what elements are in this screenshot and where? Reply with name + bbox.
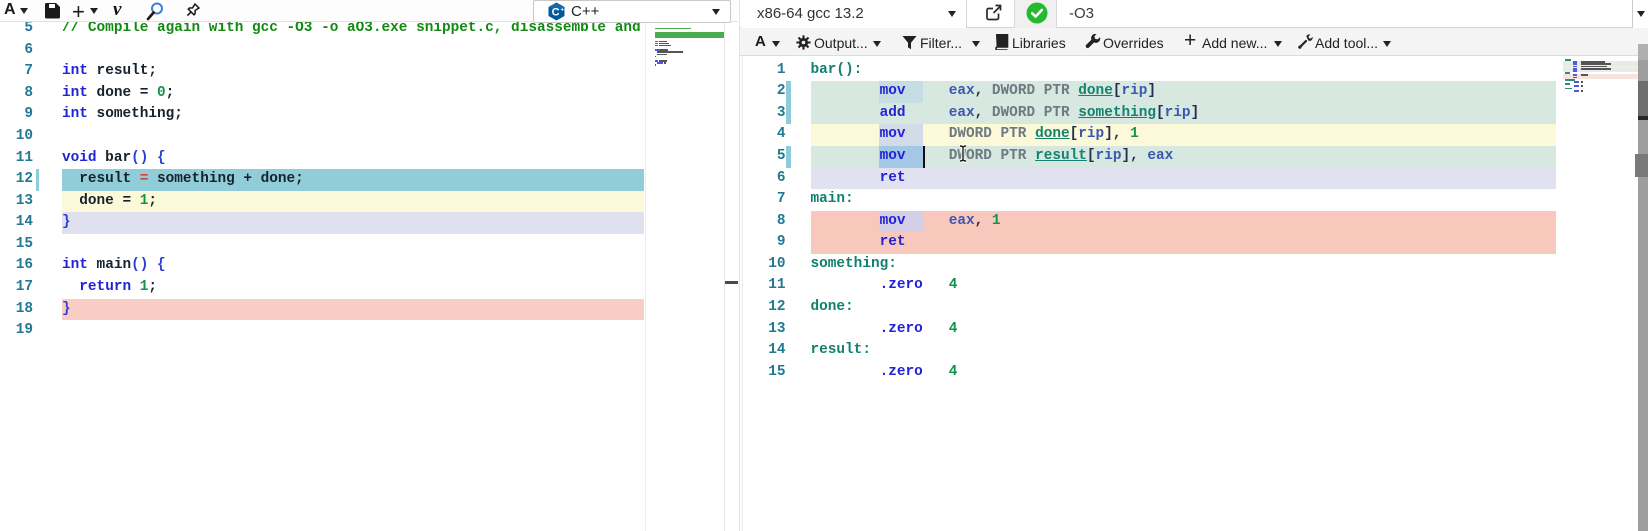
svg-text:C: C <box>552 7 560 19</box>
svg-text:++: ++ <box>561 7 567 13</box>
